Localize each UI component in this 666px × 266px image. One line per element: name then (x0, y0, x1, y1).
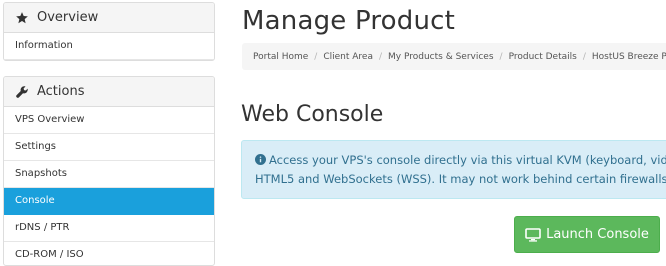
actions-panel-heading: Actions (4, 77, 214, 107)
star-icon (15, 11, 29, 25)
monitor-icon (525, 227, 541, 242)
sidebar-item-console[interactable]: Console (4, 188, 214, 215)
breadcrumb-separator: / (582, 51, 586, 62)
info-alert: Access your VPS's console directly via t… (241, 140, 666, 199)
sidebar-item-vps-overview[interactable]: VPS Overview (4, 107, 214, 134)
alert-line-1: Access your VPS's console directly via t… (255, 151, 666, 170)
breadcrumb-separator: / (499, 51, 503, 62)
sidebar-item-snapshots[interactable]: Snapshots (4, 161, 214, 188)
sidebar-item-settings[interactable]: Settings (4, 134, 214, 161)
breadcrumb-separator: / (314, 51, 318, 62)
breadcrumb-separator: / (378, 51, 383, 62)
launch-console-label: Launch Console (546, 227, 649, 242)
sidebar-item-rdns-ptr[interactable]: rDNS / PTR (4, 215, 214, 242)
breadcrumb-portal-home[interactable]: Portal Home (253, 52, 308, 62)
overview-heading-label: Overview (37, 10, 99, 25)
info-circle-icon (255, 154, 266, 165)
overview-panel: Overview Information (3, 2, 215, 61)
overview-panel-heading: Overview (4, 3, 214, 33)
breadcrumb-products-services[interactable]: My Products & Services (388, 52, 494, 62)
wrench-icon (15, 85, 29, 99)
launch-console-button[interactable]: Launch Console (514, 216, 660, 253)
alert-text-2: HTML5 and WebSockets (WSS). It may not w… (255, 172, 666, 186)
actions-panel: Actions VPS Overview Settings Snapshots … (3, 76, 215, 266)
sidebar-item-cdrom-iso[interactable]: CD-ROM / ISO (4, 242, 214, 265)
breadcrumb-product-details[interactable]: Product Details (509, 52, 577, 62)
actions-heading-label: Actions (37, 84, 85, 99)
page-title: Manage Product (242, 6, 456, 36)
sidebar-item-information[interactable]: Information (4, 33, 214, 60)
section-title: Web Console (241, 102, 384, 127)
breadcrumb-client-area[interactable]: Client Area (323, 52, 373, 62)
breadcrumb-current: HostUS Breeze Panel :: H (591, 51, 666, 62)
alert-text-1: Access your VPS's console directly via t… (269, 153, 666, 167)
breadcrumb: Portal Home / Client Area / My Products … (242, 43, 666, 70)
